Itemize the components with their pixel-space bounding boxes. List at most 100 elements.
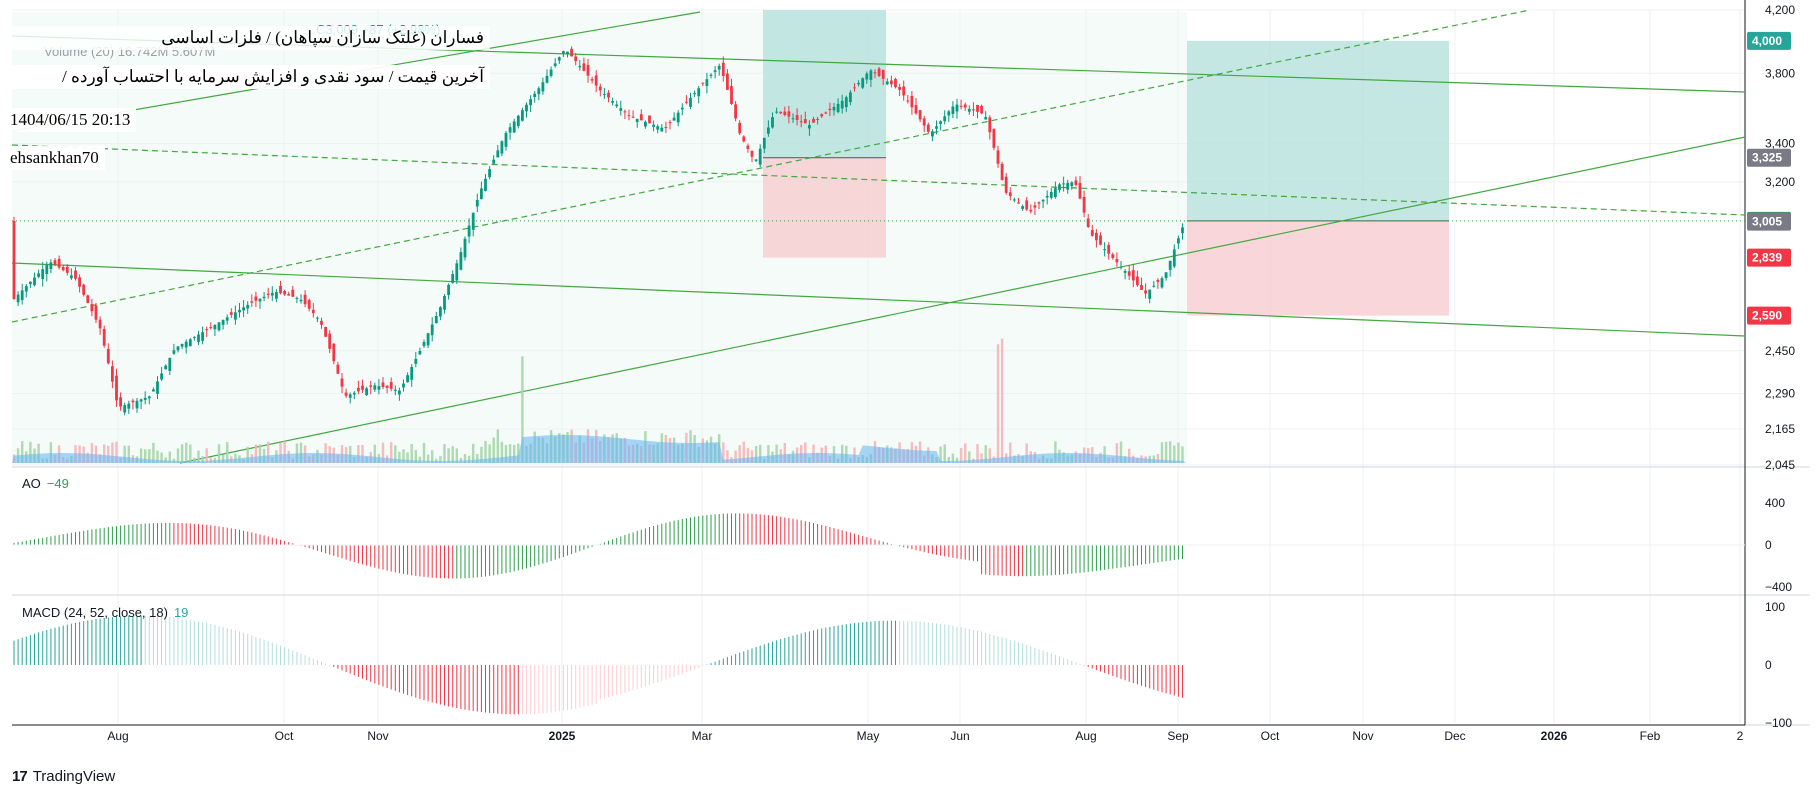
candle-body bbox=[463, 238, 467, 258]
candle-body bbox=[746, 145, 750, 150]
candle-body bbox=[1168, 260, 1172, 270]
chart-canvas[interactable]: 4,200 3,800 3,400 3,200 2,450 2,290 2,165 2,045… bbox=[0, 0, 1819, 798]
candle-body bbox=[529, 99, 532, 106]
candle-body bbox=[713, 70, 717, 73]
candle-body bbox=[279, 285, 282, 294]
candle-body bbox=[500, 141, 504, 154]
candle-body bbox=[590, 79, 594, 81]
candle-body bbox=[57, 258, 61, 268]
candle-body bbox=[861, 78, 865, 88]
candle-body bbox=[229, 312, 233, 315]
candle-body bbox=[53, 260, 57, 265]
time-tick-label: Dec bbox=[1444, 729, 1465, 743]
candle-body bbox=[90, 304, 94, 312]
candle-body bbox=[41, 269, 45, 280]
candle-body bbox=[726, 73, 729, 90]
candle-body bbox=[270, 292, 274, 296]
candle-body bbox=[648, 115, 651, 124]
macd-title: MACD (24, 52, close, 18) bbox=[22, 605, 168, 620]
candle-body bbox=[939, 121, 942, 124]
candle-body bbox=[266, 293, 270, 295]
candle-body bbox=[238, 309, 241, 313]
candle-body bbox=[377, 386, 381, 390]
candle-body bbox=[295, 297, 299, 299]
candle-body bbox=[65, 266, 69, 273]
candle-body bbox=[291, 289, 295, 297]
candle-body bbox=[758, 148, 762, 165]
candle-body bbox=[115, 375, 118, 401]
candle-body bbox=[156, 381, 159, 394]
candle-body bbox=[680, 107, 684, 110]
candle-body bbox=[963, 104, 967, 108]
candle-body bbox=[439, 307, 442, 317]
candle-body bbox=[258, 298, 262, 302]
candle-body bbox=[521, 110, 524, 121]
candle-body bbox=[262, 296, 266, 299]
candle-body bbox=[1041, 199, 1045, 202]
volume-bar bbox=[996, 344, 1000, 463]
candle-body bbox=[812, 118, 815, 123]
candle-body bbox=[705, 79, 709, 86]
candle-body bbox=[307, 300, 311, 309]
candle-body bbox=[332, 343, 336, 362]
candle-body bbox=[61, 266, 65, 271]
candle-body bbox=[1062, 183, 1065, 185]
price-tick-label: 3,400 bbox=[1765, 137, 1795, 151]
candle-body bbox=[94, 305, 98, 320]
candle-body bbox=[857, 82, 860, 85]
candle-body bbox=[1127, 271, 1131, 276]
position-1-target-zone bbox=[763, 10, 886, 158]
volume-bar bbox=[189, 444, 192, 463]
subtitle-text: آخرین قیمت / سود نقدی و افزایش سرمایه با… bbox=[8, 65, 490, 89]
candle-body bbox=[45, 265, 49, 275]
time-tick-label: 2 bbox=[1737, 729, 1744, 743]
candle-body bbox=[1103, 249, 1106, 251]
candle-body bbox=[865, 73, 869, 80]
volume-bar bbox=[422, 442, 426, 463]
volume-bar bbox=[447, 448, 450, 463]
candle-body bbox=[512, 121, 516, 133]
candle-body bbox=[672, 117, 676, 121]
candle-body bbox=[996, 150, 1000, 164]
candle-body bbox=[1000, 163, 1004, 181]
candle-body bbox=[541, 82, 545, 92]
candle-body bbox=[389, 382, 393, 389]
volume-bar bbox=[1000, 338, 1004, 463]
candle-body bbox=[1090, 230, 1094, 236]
ao-legend[interactable]: AO −49 bbox=[22, 476, 69, 491]
candle-body bbox=[352, 392, 356, 395]
candle-body bbox=[738, 122, 742, 134]
candle-body bbox=[1049, 191, 1053, 198]
time-tick-label: Feb bbox=[1640, 729, 1661, 743]
macd-tick-label: 0 bbox=[1765, 658, 1772, 672]
candle-body bbox=[430, 324, 434, 336]
candle-body bbox=[1119, 266, 1123, 268]
candle-body bbox=[344, 392, 348, 396]
candle-body bbox=[496, 150, 500, 158]
candle-body bbox=[1164, 272, 1168, 279]
author-text: ehsankhan70 bbox=[4, 146, 105, 170]
candle-body bbox=[992, 129, 996, 148]
price-tick-label: 4,200 bbox=[1765, 3, 1795, 17]
candle-body bbox=[316, 317, 319, 319]
candle-body bbox=[467, 225, 471, 237]
candle-body bbox=[574, 56, 578, 62]
candle-body bbox=[598, 86, 602, 91]
price-tag-label: 2,839 bbox=[1752, 251, 1782, 265]
candle-body bbox=[525, 104, 528, 112]
candle-body bbox=[537, 88, 541, 95]
candle-body bbox=[1013, 199, 1016, 201]
time-tick-label: Oct bbox=[1261, 729, 1280, 743]
candle-body bbox=[160, 373, 163, 380]
candle-body bbox=[406, 375, 409, 383]
candle-body bbox=[398, 390, 401, 395]
candle-body bbox=[816, 118, 819, 120]
macd-legend[interactable]: MACD (24, 52, close, 18) 19 bbox=[22, 605, 188, 620]
tradingview-footer[interactable]: 17 TradingView bbox=[12, 768, 115, 785]
candle-body bbox=[451, 274, 455, 283]
ao-title: AO bbox=[22, 476, 41, 491]
candle-body bbox=[693, 93, 696, 95]
candle-body bbox=[1095, 232, 1098, 241]
candle-body bbox=[1181, 227, 1184, 234]
candle-body bbox=[676, 112, 680, 123]
